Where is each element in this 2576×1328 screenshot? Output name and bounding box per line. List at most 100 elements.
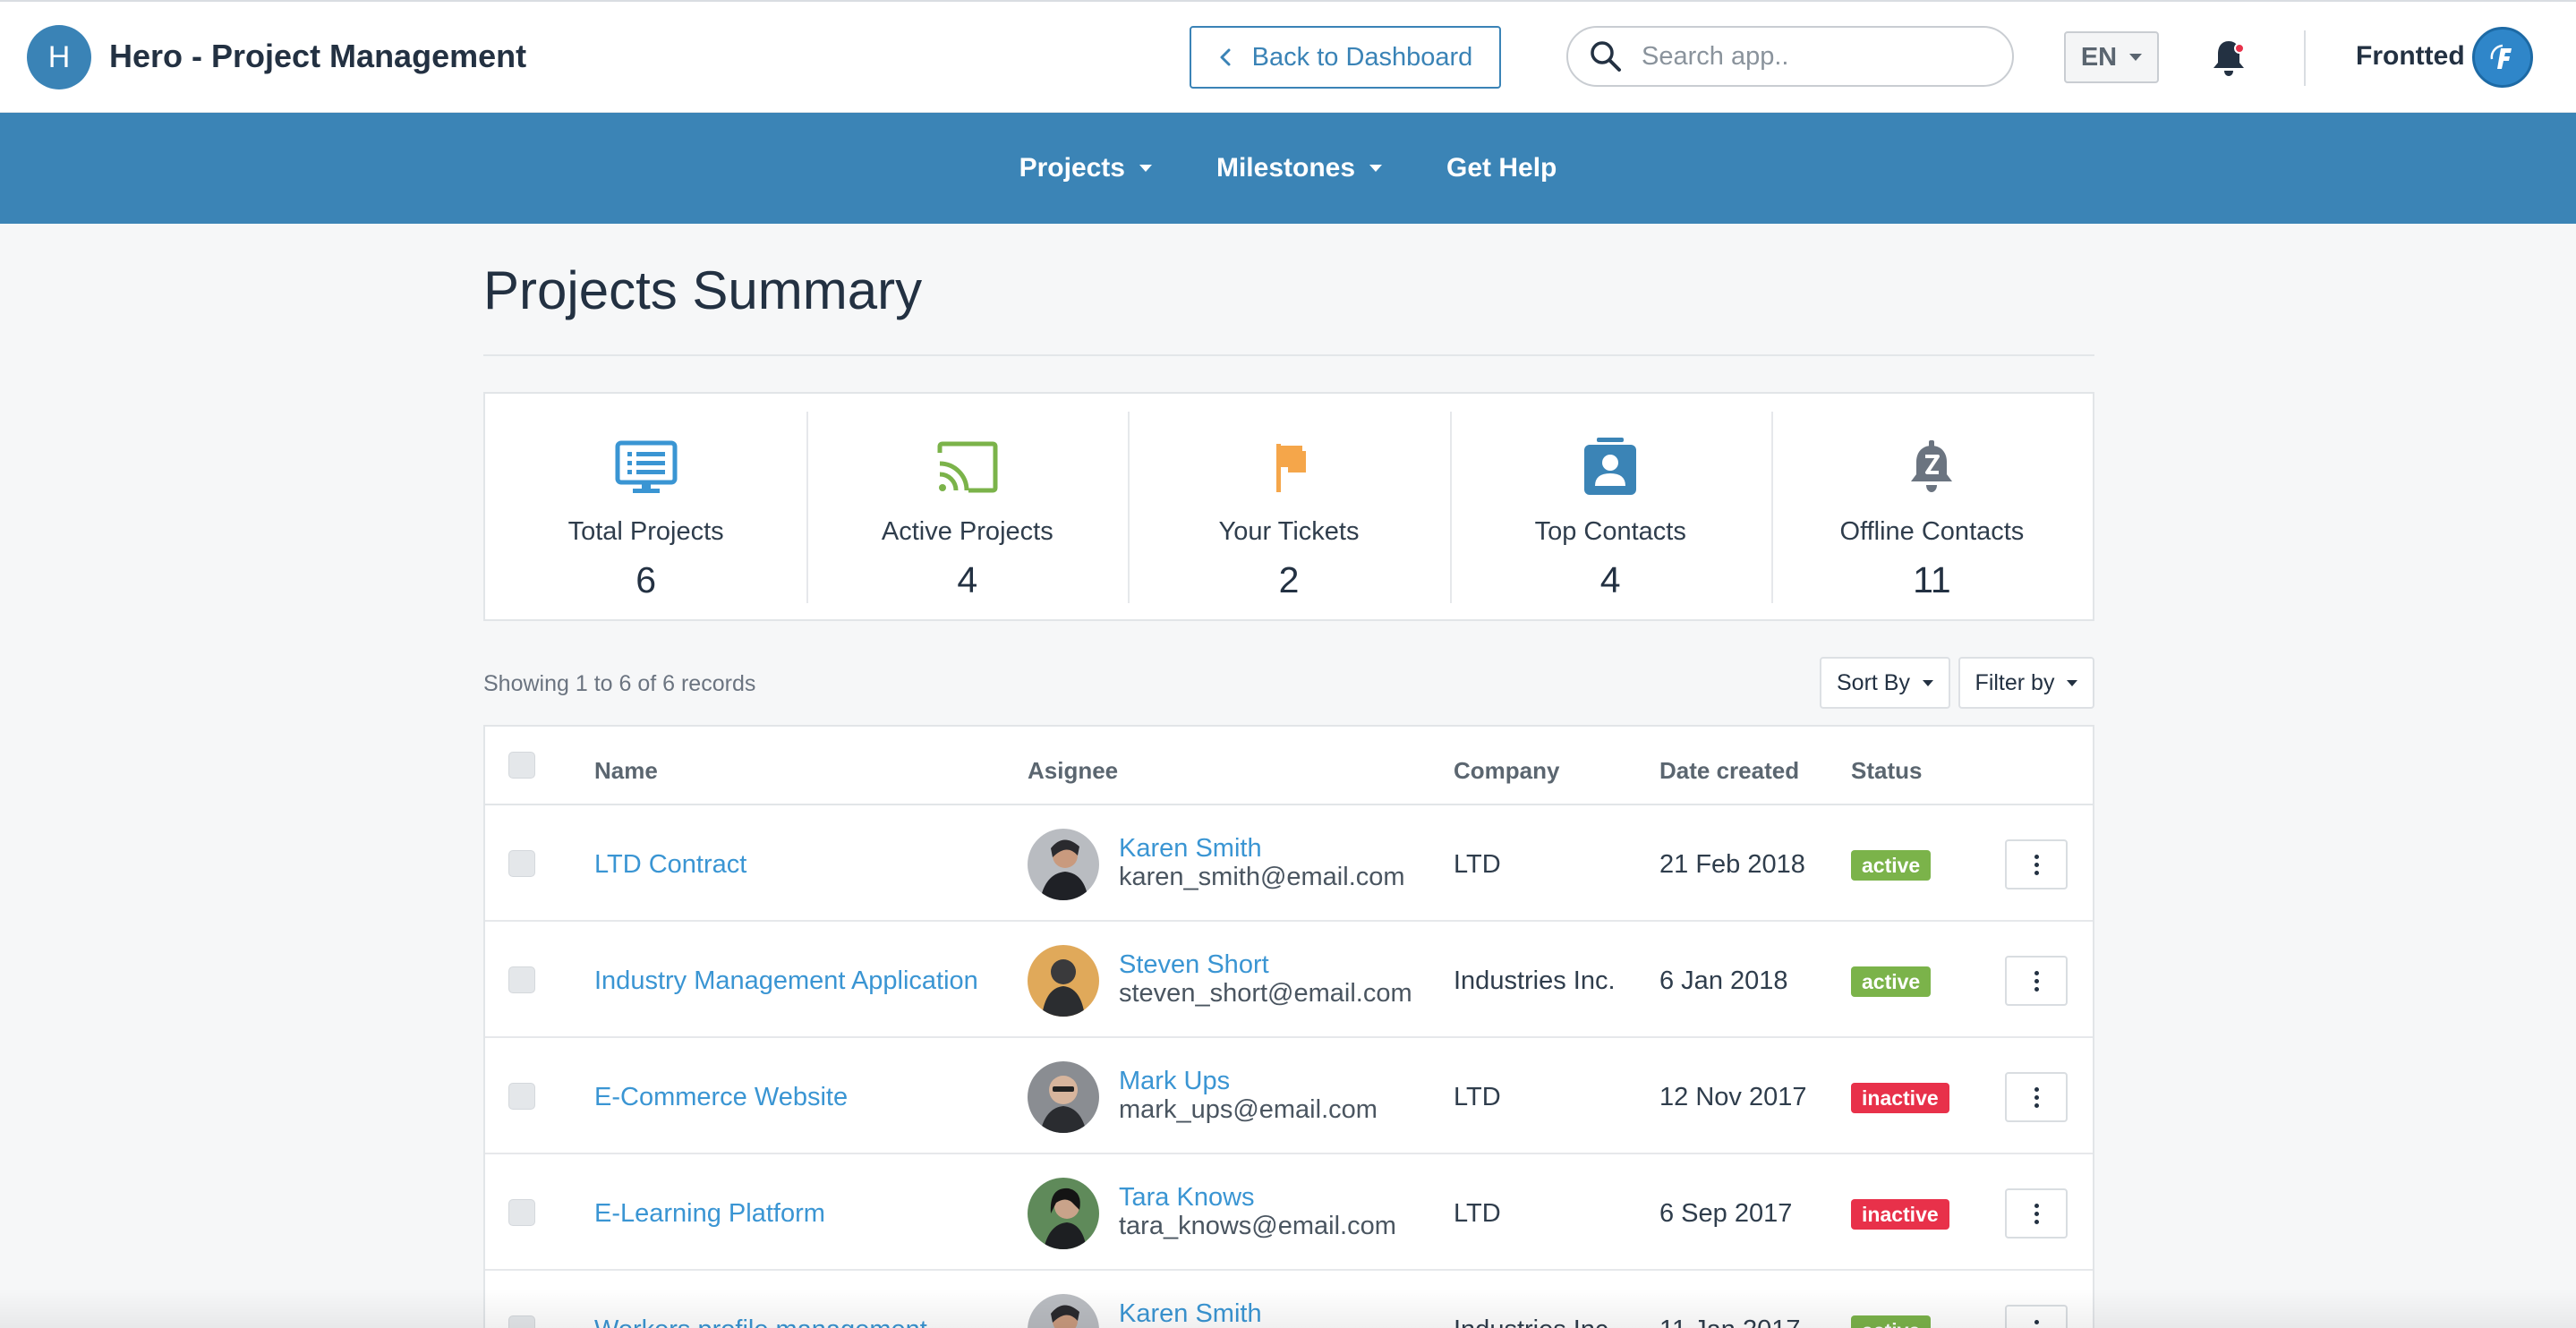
dot (2034, 870, 2039, 875)
search-icon (1591, 41, 1621, 72)
nav-get-help-label: Get Help (1446, 153, 1557, 183)
stat-label: Total Projects (567, 517, 724, 546)
date-cell: 12 Nov 2017 (1659, 1083, 1807, 1111)
date-cell: 21 Feb 2018 (1659, 850, 1805, 879)
search-box[interactable] (1566, 26, 2014, 87)
row-actions-button[interactable] (2005, 839, 2068, 890)
row-actions-button[interactable] (2005, 1072, 2068, 1122)
dot (2034, 1086, 2039, 1092)
cast-icon (937, 441, 998, 493)
assignee-name-link[interactable]: Karen Smith (1119, 1299, 1262, 1328)
assignee-email: steven_short@email.com (1119, 979, 1412, 1008)
snooze-bell-icon (1911, 440, 1953, 492)
app-logo[interactable]: H (27, 25, 91, 89)
table-row: E-Learning Platform Tara Knows tara_know… (485, 1154, 2093, 1271)
chevron-left-icon (1220, 48, 1231, 66)
nav-get-help[interactable]: Get Help (1446, 153, 1557, 183)
stat-active-projects: Active Projects 4 (806, 394, 1128, 619)
assignee-name-link[interactable]: Tara Knows (1119, 1183, 1255, 1213)
project-name-link[interactable]: E-Commerce Website (594, 1083, 848, 1112)
status-badge: active (1851, 1315, 1932, 1328)
project-name-link[interactable]: Workers profile management (594, 1315, 927, 1328)
stat-top-contacts: Top Contacts 4 (1449, 394, 1771, 619)
dot (2034, 978, 2039, 983)
status-badge: inactive (1851, 1199, 1949, 1230)
nav-projects[interactable]: Projects (1019, 153, 1152, 183)
assignee-email: mark_ups@email.com (1119, 1095, 1378, 1124)
row-actions-button[interactable] (2005, 1188, 2068, 1239)
avatar (1028, 1178, 1099, 1249)
company-cell: Industries Inc. (1454, 966, 1616, 995)
table-row: Industry Management Application Steven S… (485, 922, 2093, 1038)
status-badge: inactive (1851, 1083, 1949, 1113)
row-actions-button[interactable] (2005, 1305, 2068, 1328)
stat-value: 2 (1278, 559, 1300, 600)
avatar (1028, 829, 1099, 900)
select-all-checkbox[interactable] (508, 752, 535, 779)
row-checkbox[interactable] (508, 966, 535, 993)
project-name-link[interactable]: E-Learning Platform (594, 1199, 825, 1229)
user-name[interactable]: Frontted (2356, 41, 2465, 72)
assignee-name-link[interactable]: Mark Ups (1119, 1067, 1230, 1096)
caret-down-icon (2129, 54, 2143, 61)
filter-by-label: Filter by (1975, 669, 2055, 695)
stat-your-tickets: Your Tickets 2 (1128, 394, 1449, 619)
records-count: Showing 1 to 6 of 6 records (483, 671, 756, 696)
row-checkbox[interactable] (508, 1083, 535, 1110)
caret-down-icon (2067, 679, 2078, 686)
column-header-assignee[interactable]: Asignee (1028, 757, 1118, 785)
monitor-list-icon (615, 440, 678, 493)
stat-value: 4 (957, 559, 978, 600)
row-checkbox[interactable] (508, 1199, 535, 1226)
user-avatar[interactable] (2472, 27, 2533, 88)
language-select[interactable]: EN (2064, 31, 2159, 83)
sort-by-label: Sort By (1837, 669, 1910, 695)
divider (483, 354, 2094, 356)
company-cell: Industries Inc. (1454, 1315, 1616, 1328)
assignee-name-link[interactable]: Karen Smith (1119, 834, 1262, 864)
stat-label: Top Contacts (1534, 517, 1686, 546)
dot (2034, 1203, 2039, 1208)
top-bar: H Hero - Project Management Back to Dash… (0, 0, 2576, 113)
main-nav: Projects Milestones Get Help (0, 113, 2576, 224)
assignee-name-link[interactable]: Steven Short (1119, 950, 1269, 980)
back-to-dashboard-label: Back to Dashboard (1251, 42, 1473, 72)
stat-label: Active Projects (881, 517, 1053, 546)
stats-panel: Total Projects 6 Active Projects 4 Your … (483, 392, 2094, 621)
nav-milestones[interactable]: Milestones (1215, 153, 1383, 183)
column-header-status[interactable]: Status (1851, 757, 1922, 785)
row-checkbox[interactable] (508, 850, 535, 877)
assignee-email: tara_knows@email.com (1119, 1212, 1396, 1240)
back-to-dashboard-button[interactable]: Back to Dashboard (1190, 26, 1501, 89)
caret-down-icon (1139, 165, 1152, 172)
column-header-date[interactable]: Date created (1659, 757, 1799, 785)
caret-down-icon (1369, 165, 1383, 172)
table-row: E-Commerce Website Mark Ups mark_ups@ema… (485, 1038, 2093, 1154)
sort-by-dropdown[interactable]: Sort By (1820, 657, 1950, 709)
column-header-company[interactable]: Company (1454, 757, 1559, 785)
divider (2304, 30, 2306, 86)
dot (2034, 1319, 2039, 1324)
projects-table: Name Asignee Company Date created Status… (483, 725, 2094, 1328)
flag-icon (1276, 444, 1306, 492)
avatar (1028, 945, 1099, 1017)
status-badge: active (1851, 850, 1932, 881)
filter-by-dropdown[interactable]: Filter by (1958, 657, 2094, 709)
table-row: Workers profile management Karen Smith I… (485, 1271, 2093, 1328)
search-input[interactable] (1642, 41, 2000, 72)
stat-label: Your Tickets (1218, 517, 1360, 546)
row-actions-button[interactable] (2005, 956, 2068, 1006)
nav-projects-label: Projects (1019, 153, 1125, 183)
company-cell: LTD (1454, 1199, 1501, 1228)
assignee-email: karen_smith@email.com (1119, 863, 1405, 891)
project-name-link[interactable]: Industry Management Application (594, 966, 978, 996)
date-cell: 11 Jan 2017 (1659, 1315, 1801, 1328)
dot (2034, 970, 2039, 975)
stat-offline-contacts: Offline Contacts 11 (1770, 394, 2093, 619)
avatar (1028, 1294, 1099, 1328)
project-name-link[interactable]: LTD Contract (594, 850, 746, 880)
row-checkbox[interactable] (508, 1315, 535, 1328)
table-header: Name Asignee Company Date created Status (485, 727, 2093, 805)
nav-milestones-label: Milestones (1215, 153, 1356, 183)
column-header-name[interactable]: Name (594, 757, 658, 785)
